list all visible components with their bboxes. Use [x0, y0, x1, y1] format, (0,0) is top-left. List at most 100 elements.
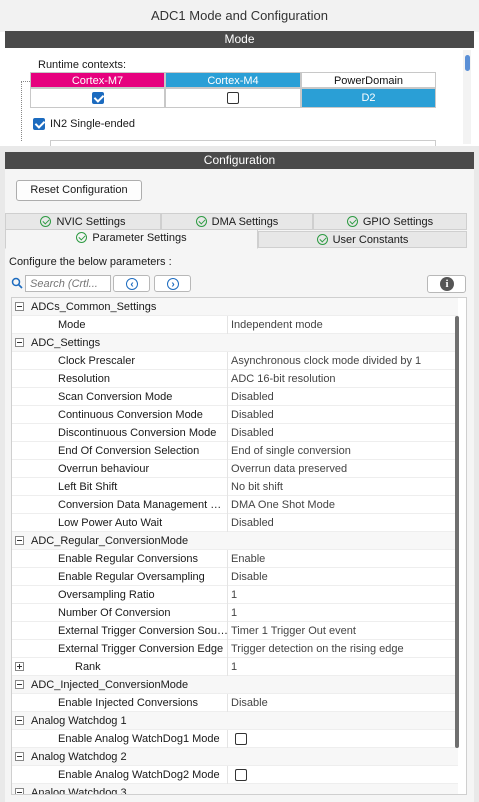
collapse-icon[interactable] — [15, 536, 24, 545]
parameter-group-row[interactable]: ADC_Regular_ConversionMode — [12, 532, 458, 550]
parameter-row[interactable]: End Of Conversion Selection End of single… — [12, 442, 458, 460]
parameter-row[interactable]: Low Power Auto Wait Disabled — [12, 514, 458, 532]
parameter-row[interactable]: Left Bit Shift No bit shift — [12, 478, 458, 496]
column-divider — [227, 658, 228, 676]
tab-parameter-settings[interactable]: Parameter Settings — [5, 229, 258, 249]
parameter-row[interactable]: Enable Injected Conversions Disable — [12, 694, 458, 712]
parameter-row[interactable]: Enable Analog WatchDog1 Mode — [12, 730, 458, 748]
parameter-group-row[interactable]: Analog Watchdog 3 — [12, 784, 458, 794]
search-next-button[interactable]: › — [154, 275, 191, 292]
collapse-icon[interactable] — [15, 338, 24, 347]
parameter-name: End Of Conversion Selection — [58, 445, 200, 457]
parameter-table: ADCs_Common_Settings Mode Independent mode… — [11, 297, 467, 795]
tab-dma-settings[interactable]: DMA Settings — [161, 213, 313, 230]
column-divider — [227, 640, 228, 658]
parameter-value[interactable]: ADC 16-bit resolution — [231, 370, 336, 388]
parameter-name: Enable Regular Oversampling — [58, 571, 205, 583]
parameter-value[interactable]: Disable — [231, 568, 268, 586]
parameter-value[interactable]: 1 — [231, 586, 237, 604]
parameter-row[interactable]: Continuous Conversion Mode Disabled — [12, 406, 458, 424]
collapse-icon[interactable] — [15, 716, 24, 725]
column-divider — [227, 478, 228, 496]
context-cortex-m4-header: Cortex-M4 — [165, 72, 301, 88]
collapse-icon[interactable] — [15, 788, 24, 794]
chevron-right-icon: › — [167, 278, 179, 290]
runtime-contexts-label: Runtime contexts: — [38, 59, 127, 71]
parameter-row[interactable]: External Trigger Conversion Edge Trigger … — [12, 640, 458, 658]
parameter-row[interactable]: Enable Regular Oversampling Disable — [12, 568, 458, 586]
parameter-name: Enable Analog WatchDog1 Mode — [58, 733, 220, 745]
parameter-row[interactable]: External Trigger Conversion Source Timer … — [12, 622, 458, 640]
parameter-row[interactable]: Rank 1 — [12, 658, 458, 676]
parameter-value[interactable]: 1 — [231, 658, 237, 676]
expand-icon[interactable] — [15, 662, 24, 671]
parameter-value[interactable]: Disabled — [231, 388, 274, 406]
search-input[interactable] — [25, 275, 111, 292]
parameter-group-label: ADC_Injected_ConversionMode — [31, 679, 189, 691]
tab-user-constants[interactable]: User Constants — [258, 231, 467, 248]
tab-label: NVIC Settings — [56, 216, 126, 228]
in2-checkbox[interactable] — [33, 118, 45, 130]
parameter-row[interactable]: Clock Prescaler Asynchronous clock mode d… — [12, 352, 458, 370]
parameter-value[interactable]: Disabled — [231, 514, 274, 532]
column-divider — [227, 604, 228, 622]
collapse-icon[interactable] — [15, 752, 24, 761]
parameter-value[interactable]: Disabled — [231, 406, 274, 424]
parameter-row[interactable]: Overrun behaviour Overrun data preserved — [12, 460, 458, 478]
column-divider — [227, 730, 228, 748]
parameter-name: External Trigger Conversion Edge — [58, 643, 224, 655]
parameter-row[interactable]: Number Of Conversion 1 — [12, 604, 458, 622]
parameter-row[interactable]: Discontinuous Conversion Mode Disabled — [12, 424, 458, 442]
check-circle-icon — [316, 234, 328, 245]
parameter-group-label: ADCs_Common_Settings — [31, 301, 157, 313]
tab-nvic-settings[interactable]: NVIC Settings — [5, 213, 161, 230]
parameter-row[interactable]: Enable Regular Conversions Enable — [12, 550, 458, 568]
cortex-m7-checkbox[interactable] — [92, 92, 104, 104]
parameter-group-row[interactable]: ADC_Settings — [12, 334, 458, 352]
parameter-name: Resolution — [58, 373, 110, 385]
table-scrollbar[interactable] — [455, 316, 459, 748]
reset-configuration-button[interactable]: Reset Configuration — [16, 180, 142, 201]
parameter-row[interactable]: Oversampling Ratio 1 — [12, 586, 458, 604]
parameter-value[interactable]: Enable — [231, 550, 265, 568]
collapse-icon[interactable] — [15, 680, 24, 689]
parameter-value[interactable]: Disabled — [231, 424, 274, 442]
tab-label: Parameter Settings — [92, 232, 187, 244]
info-button[interactable]: i — [427, 275, 466, 293]
parameter-group-row[interactable]: Analog Watchdog 2 — [12, 748, 458, 766]
parameter-value[interactable]: Disable — [231, 694, 268, 712]
parameter-value[interactable]: Trigger detection on the rising edge — [231, 640, 404, 658]
parameter-group-row[interactable]: Analog Watchdog 1 — [12, 712, 458, 730]
search-previous-button[interactable]: ‹ — [113, 275, 150, 292]
mode-scrollbar-thumb[interactable] — [465, 55, 470, 71]
parameter-row[interactable]: Enable Analog WatchDog2 Mode — [12, 766, 458, 784]
parameter-value[interactable]: End of single conversion — [231, 442, 351, 460]
tab-label: GPIO Settings — [362, 216, 434, 228]
tab-gpio-settings[interactable]: GPIO Settings — [313, 213, 467, 230]
parameter-row[interactable]: Mode Independent mode — [12, 316, 458, 334]
parameter-checkbox[interactable] — [235, 769, 247, 781]
collapse-icon[interactable] — [15, 302, 24, 311]
parameter-value[interactable]: No bit shift — [231, 478, 283, 496]
parameter-row[interactable]: Scan Conversion Mode Disabled — [12, 388, 458, 406]
powerdomain-value[interactable]: D2 — [301, 88, 436, 108]
column-divider — [227, 388, 228, 406]
check-circle-icon — [76, 232, 88, 243]
parameter-value[interactable]: Independent mode — [231, 316, 323, 334]
parameter-value[interactable]: Overrun data preserved — [231, 460, 347, 478]
parameter-value[interactable]: 1 — [231, 604, 237, 622]
parameter-checkbox[interactable] — [235, 733, 247, 745]
parameter-name: Enable Injected Conversions — [58, 697, 199, 709]
cortex-m4-checkbox[interactable] — [227, 92, 239, 104]
parameter-row[interactable]: Conversion Data Management M... DMA One S… — [12, 496, 458, 514]
parameter-value[interactable]: DMA One Shot Mode — [231, 496, 335, 514]
parameter-name: Clock Prescaler — [58, 355, 136, 367]
parameter-name: Scan Conversion Mode — [58, 391, 173, 403]
parameter-group-row[interactable]: ADC_Injected_ConversionMode — [12, 676, 458, 694]
parameter-row[interactable]: Resolution ADC 16-bit resolution — [12, 370, 458, 388]
parameter-value[interactable]: Asynchronous clock mode divided by 1 — [231, 352, 421, 370]
config-header: Configuration — [5, 152, 474, 169]
parameter-value[interactable]: Timer 1 Trigger Out event — [231, 622, 356, 640]
parameter-name: Continuous Conversion Mode — [58, 409, 203, 421]
parameter-group-row[interactable]: ADCs_Common_Settings — [12, 298, 458, 316]
